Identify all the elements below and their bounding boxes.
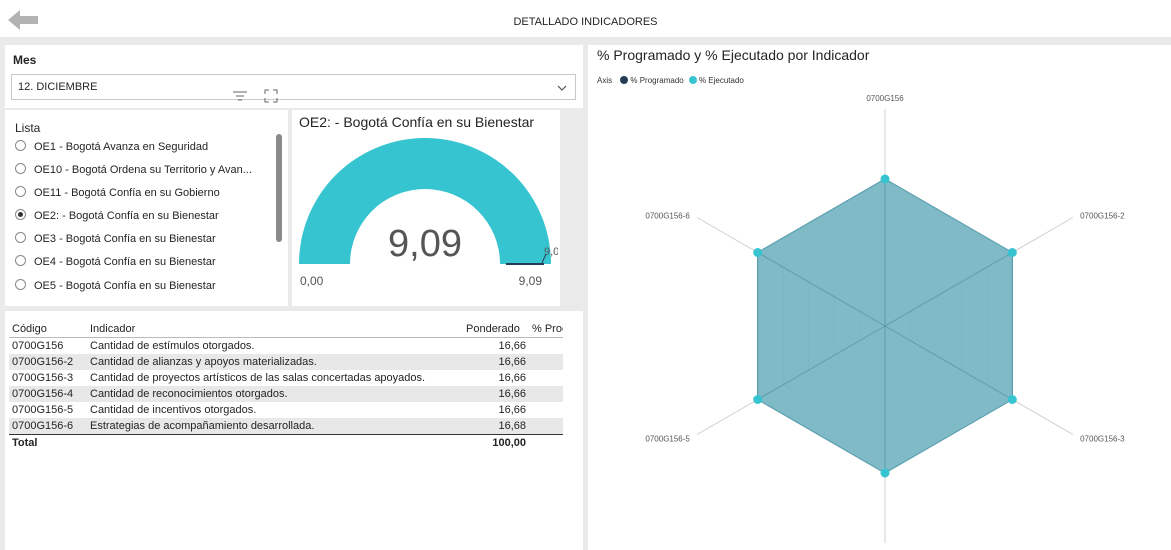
cell-proc: [529, 338, 563, 355]
cell-ponderado: 16,68: [463, 418, 529, 435]
total-blank: [87, 434, 463, 451]
total-proc: [529, 434, 563, 451]
table-row[interactable]: 0700G156 Cantidad de estímulos otorgados.…: [9, 338, 563, 355]
cell-ponderado: 16,66: [463, 354, 529, 370]
radio-selected-icon[interactable]: [15, 209, 26, 220]
gauge-max-label: 9,09: [519, 274, 543, 288]
cell-proc: [529, 370, 563, 386]
month-dropdown[interactable]: 12. DICIEMBRE: [11, 74, 576, 100]
list-item[interactable]: OE1 - Bogotá Avanza en Seguridad: [15, 139, 208, 155]
cell-proc: [529, 354, 563, 370]
slicer-title: Mes: [13, 53, 37, 67]
lista-title: Lista: [15, 121, 41, 135]
cell-codigo: 0700G156-3: [12, 372, 74, 384]
radar-category-label: 0700G156-5: [645, 435, 690, 444]
cell-codigo: 0700G156: [12, 340, 64, 352]
radio-icon[interactable]: [15, 140, 26, 151]
cell-indicador: Cantidad de proyectos artísticos de las …: [90, 372, 426, 384]
list-item[interactable]: OE10 - Bogotá Ordena su Territorio y Ava…: [15, 162, 252, 178]
cell-indicador: Cantidad de incentivos otorgados.: [90, 404, 257, 416]
legend-ejecutado-dot: [688, 76, 697, 84]
gauge-chart: 9,09 0,00 9,09 9,09: [299, 138, 558, 288]
radar-point: [1007, 395, 1017, 404]
month-dropdown-value: 12. DICIEMBRE: [18, 81, 98, 93]
table-row[interactable]: 0700G156-4 Cantidad de reconocimientos ot…: [9, 386, 563, 402]
total-value: 100,00: [463, 434, 529, 451]
list-item[interactable]: OE3 - Bogotá Confía en su Bienestar: [15, 231, 216, 247]
gauge-target-label: 9,09: [544, 246, 558, 258]
cell-codigo: 0700G156-6: [9, 418, 87, 435]
visual-header-icons: [233, 89, 278, 103]
col-proc[interactable]: % Proc: [529, 321, 563, 338]
radar-chart: 0700G1560700G156-20700G156-30700G156-407…: [645, 94, 1125, 543]
legend-title: Axis: [597, 76, 613, 85]
radar-point: [880, 468, 890, 478]
list-item-label: OE2: - Bogotá Confía en su Bienestar: [34, 210, 219, 222]
cell-indicador: Cantidad de reconocimientos otorgados.: [87, 386, 463, 402]
cell-ponderado: 16,66: [463, 386, 529, 402]
cell-proc: [529, 386, 563, 402]
list-item-label: OE3 - Bogotá Confía en su Bienestar: [34, 233, 216, 245]
list-item-label: OE10 - Bogotá Ordena su Territorio y Ava…: [34, 164, 252, 176]
table-row[interactable]: 0700G156-6 Estrategias de acompañamiento …: [9, 418, 563, 435]
chevron-down-icon: [557, 85, 567, 91]
cell-codigo: 0700G156-2: [9, 354, 87, 370]
list-item[interactable]: OE2: - Bogotá Confía en su Bienestar: [15, 208, 219, 224]
cell-codigo: 0700G156-5: [12, 404, 74, 416]
radio-icon[interactable]: [15, 232, 26, 243]
total-label: Total: [9, 434, 87, 451]
radio-icon[interactable]: [15, 255, 26, 266]
list-item-label: OE11 - Bogotá Confía en su Gobierno: [34, 187, 220, 199]
cell-ponderado: 16,66: [498, 404, 526, 416]
col-indicador[interactable]: Indicador: [87, 321, 463, 338]
radar-category-label: 0700G156-2: [1080, 212, 1125, 221]
gauge-value-label: 9,09: [388, 223, 462, 265]
cell-ponderado: 16,66: [498, 372, 526, 384]
radar-legend: Axis % Programado % Ejecutado: [597, 76, 744, 85]
focus-mode-icon[interactable]: [264, 89, 278, 103]
table-header-row: Código Indicador Ponderado % Proc: [9, 321, 563, 338]
radio-icon[interactable]: [15, 279, 26, 290]
radar-point: [1007, 248, 1017, 257]
radar-point: [753, 248, 763, 257]
table-body: 0700G156 Cantidad de estímulos otorgados.…: [9, 338, 563, 435]
cell-indicador: Estrategias de acompañamiento desarrolla…: [87, 418, 463, 435]
list-item[interactable]: OE4 - Bogotá Confía en su Bienestar: [15, 254, 216, 270]
cell-codigo: 0700G156-4: [9, 386, 87, 402]
list-item-label: OE5 - Bogotá Confía en su Bienestar: [34, 280, 216, 292]
radio-icon[interactable]: [15, 163, 26, 174]
legend-ejecutado[interactable]: % Ejecutado: [699, 76, 744, 85]
table-row[interactable]: 0700G156-2 Cantidad de alianzas y apoyos …: [9, 354, 563, 370]
table-total-row: Total 100,00: [9, 434, 563, 451]
table-row[interactable]: 0700G156-3 Cantidad de proyectos artístic…: [9, 370, 563, 386]
col-ponderado[interactable]: Ponderado: [463, 321, 529, 338]
radar-category-label: 0700G156-6: [645, 212, 690, 221]
table-row[interactable]: 0700G156-5 Cantidad de incentivos otorgad…: [9, 402, 563, 418]
page-title: DETALLADO INDICADORES: [513, 16, 658, 28]
list-item-label: OE1 - Bogotá Avanza en Seguridad: [34, 141, 209, 153]
col-codigo[interactable]: Código: [9, 321, 87, 338]
indicator-table: Código Indicador Ponderado % Proc 0700G1…: [9, 321, 563, 451]
radio-icon[interactable]: [15, 186, 26, 197]
lista-scrollbar[interactable]: [276, 134, 282, 242]
legend-programado[interactable]: % Programado: [630, 76, 683, 85]
radar-category-label: 0700G156: [866, 94, 904, 103]
gauge-min-label: 0,00: [300, 274, 324, 288]
cell-proc: [529, 402, 563, 418]
radar-point: [880, 174, 890, 184]
cell-proc: [529, 418, 563, 435]
radar-title: % Programado y % Ejecutado por Indicador: [597, 47, 870, 63]
cell-indicador: Cantidad de estímulos otorgados.: [90, 340, 255, 352]
legend-programado-dot: [620, 76, 629, 84]
list-item[interactable]: OE5 - Bogotá Confía en su Bienestar: [15, 278, 216, 294]
cell-indicador: Cantidad de alianzas y apoyos materializ…: [87, 354, 463, 370]
list-item-label: OE4 - Bogotá Confía en su Bienestar: [34, 256, 216, 268]
radar-point: [753, 395, 763, 404]
list-item[interactable]: OE11 - Bogotá Confía en su Gobierno: [15, 185, 220, 201]
gauge-title: OE2: - Bogotá Confía en su Bienestar: [299, 114, 535, 130]
filter-icon[interactable]: [233, 91, 247, 101]
radar-category-label: 0700G156-3: [1080, 435, 1125, 444]
cell-ponderado: 16,66: [498, 340, 526, 352]
